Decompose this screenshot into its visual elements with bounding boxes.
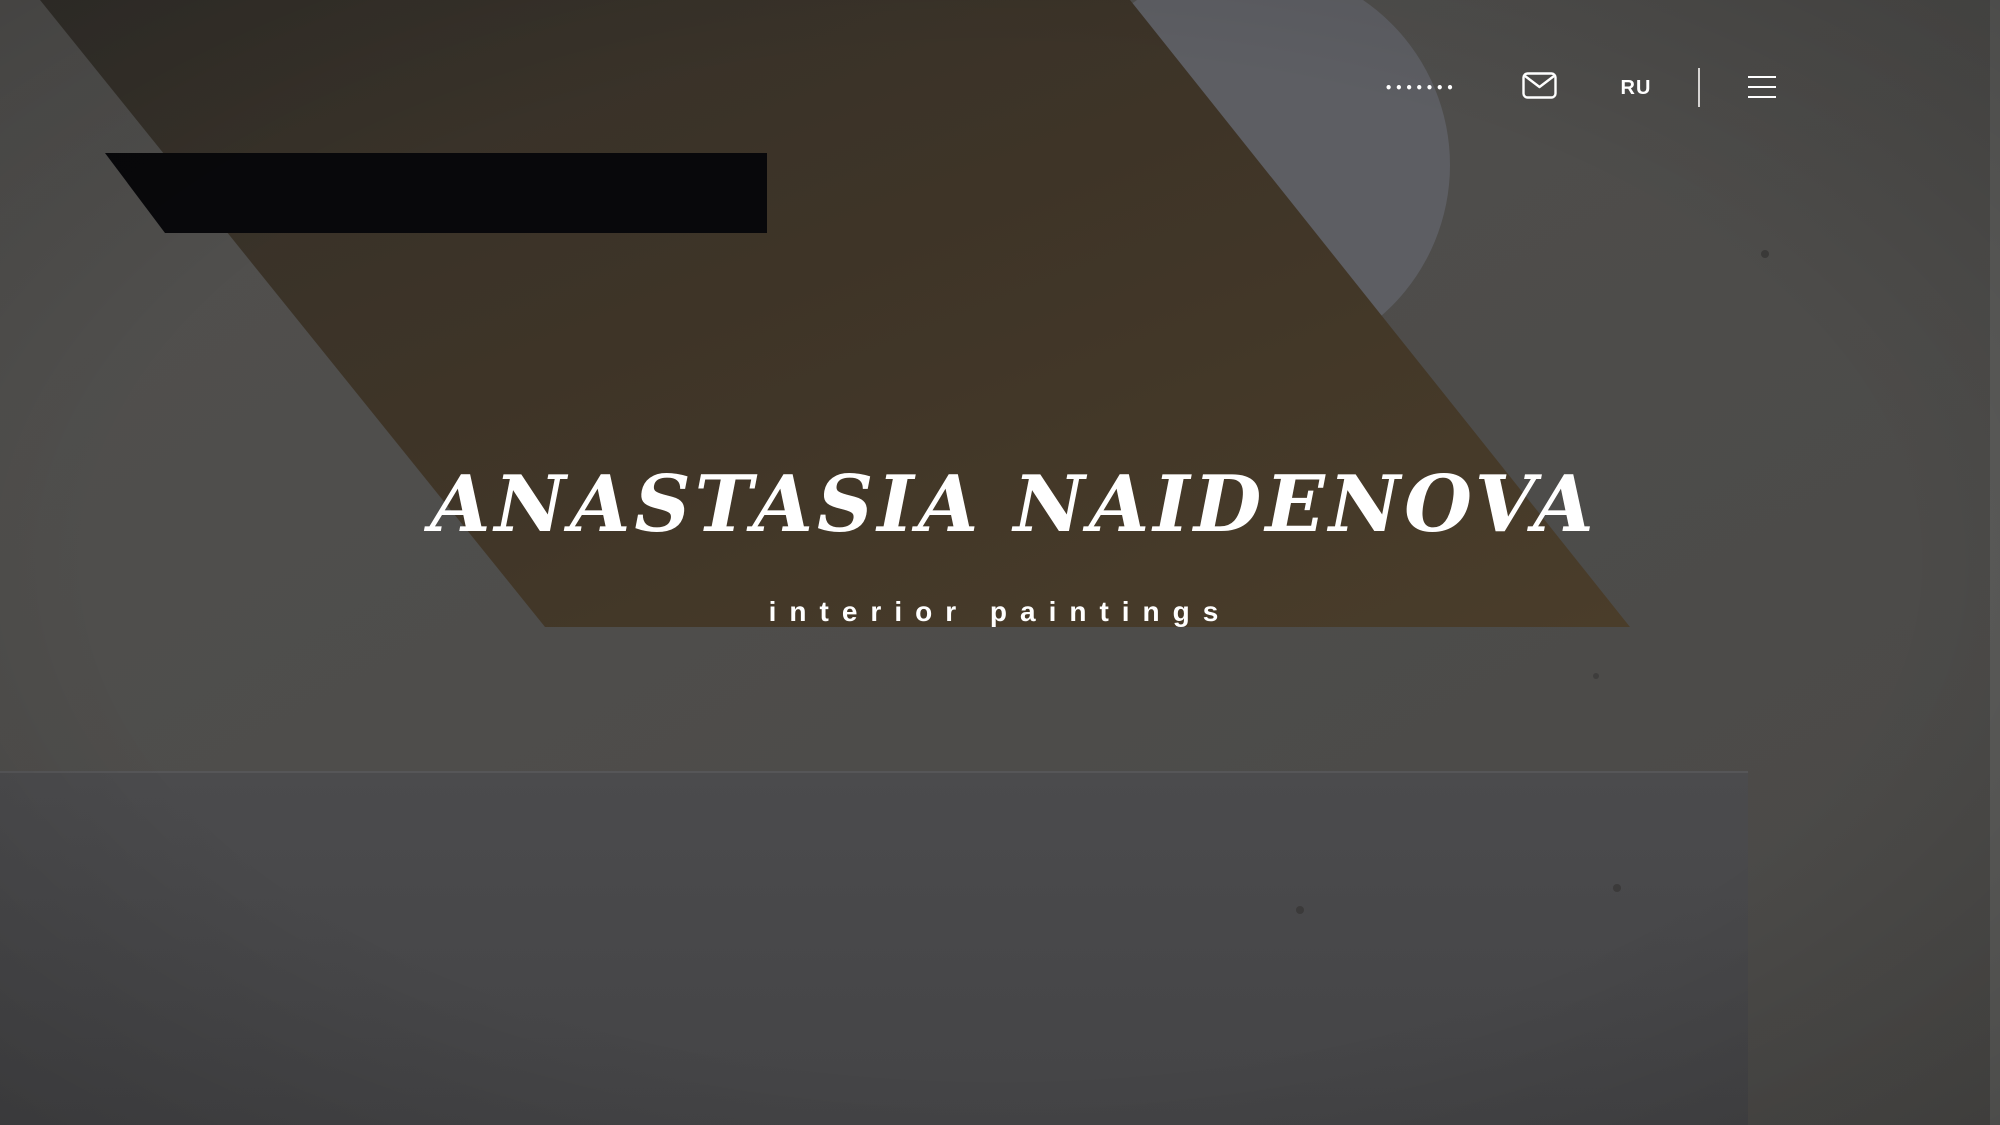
nav-divider <box>1698 68 1700 107</box>
phone-number-link[interactable]: ••••••• <box>1385 82 1459 94</box>
hero-subtitle: interior paintings <box>768 596 1232 627</box>
top-navigation: ••••••• RU <box>0 0 2000 176</box>
hamburger-menu-button[interactable] <box>1748 74 1776 100</box>
envelope-icon <box>1522 72 1557 99</box>
contact-mail-button[interactable] <box>1522 72 1557 99</box>
menu-line <box>1748 96 1776 98</box>
language-switch-ru[interactable]: RU <box>1619 76 1653 100</box>
menu-line <box>1748 86 1776 88</box>
artist-name-title: ANASTASIA NAIDENOVA <box>430 459 1598 550</box>
menu-line <box>1748 76 1776 78</box>
